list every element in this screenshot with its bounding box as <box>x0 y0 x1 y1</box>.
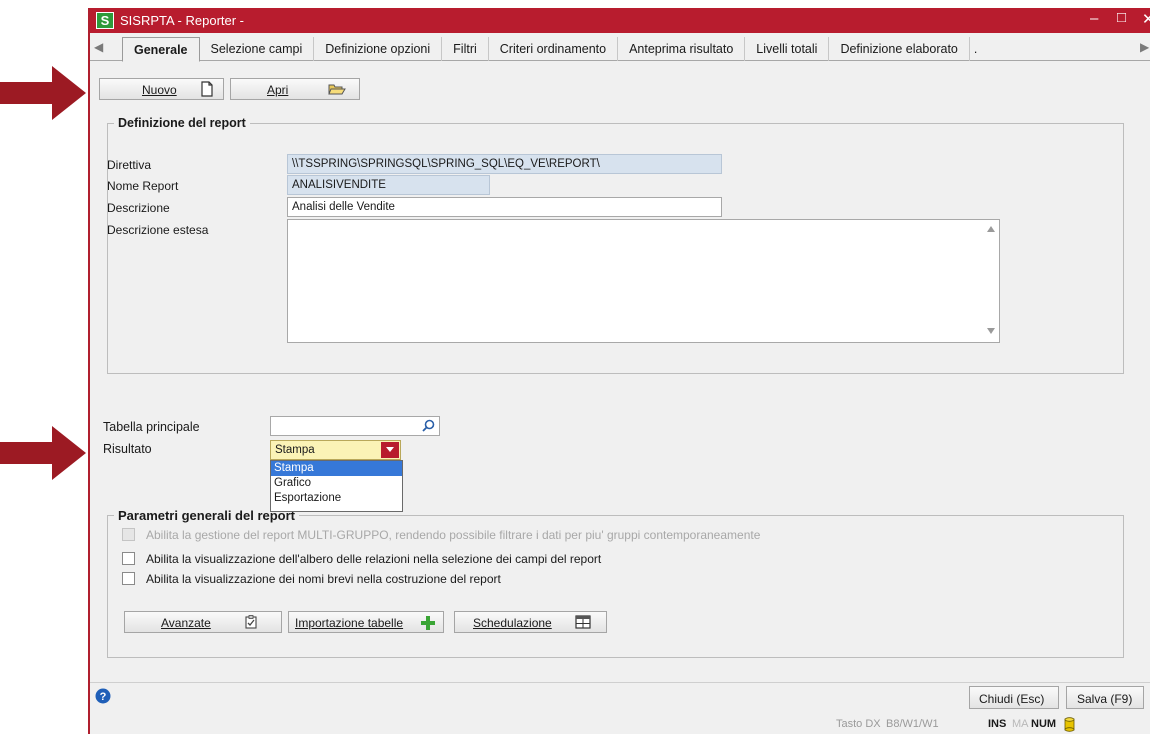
status-code: B8/W1/W1 <box>886 718 939 730</box>
result-dropdown-button[interactable] <box>381 442 399 458</box>
open-folder-icon <box>328 84 346 95</box>
scroll-up-icon <box>987 226 995 232</box>
import-tables-button[interactable]: Importazione tabelle <box>288 611 444 633</box>
database-icon <box>1064 717 1075 732</box>
extended-description-label: Descrizione estesa <box>107 223 209 237</box>
close-dialog-button[interactable]: Chiudi (Esc) <box>969 686 1059 709</box>
clipboard-check-icon <box>245 615 257 629</box>
save-button-label: Salva (F9) <box>1077 692 1133 706</box>
calendar-icon <box>575 615 591 629</box>
search-icon[interactable] <box>422 419 435 432</box>
tab-scroll-left-icon[interactable]: ◀ <box>94 40 103 54</box>
tab-filtri[interactable]: Filtri <box>442 37 489 61</box>
result-option-esportazione[interactable]: Esportazione <box>271 491 402 506</box>
help-icon[interactable]: ? <box>95 688 111 704</box>
new-button[interactable]: Nuovo <box>99 78 224 100</box>
open-button-label: Apri <box>267 83 289 97</box>
directive-field[interactable]: \\TSSPRING\SPRINGSQL\SPRING_SQL\EQ_VE\RE… <box>287 154 722 174</box>
tabs: Generale Selezione campi Definizione opz… <box>110 37 981 62</box>
result-dropdown-list: Stampa Grafico Esportazione <box>270 460 403 512</box>
schedule-button[interactable]: Schedulazione <box>454 611 607 633</box>
main-table-label: Tabella principale <box>103 420 200 434</box>
open-button[interactable]: Apri <box>230 78 360 100</box>
minimize-icon[interactable]: – <box>1090 10 1098 27</box>
annotation-arrow-toolbar <box>0 66 86 120</box>
app-logo-icon: S <box>96 12 114 29</box>
footer-divider <box>90 682 1150 683</box>
status-ins: INS <box>988 718 1007 730</box>
report-name-label: Nome Report <box>107 179 179 193</box>
advanced-button[interactable]: Avanzate <box>124 611 282 633</box>
status-ma: MA <box>1012 718 1029 730</box>
svg-text:?: ? <box>100 691 107 703</box>
plus-icon <box>421 616 435 630</box>
schedule-button-label: Schedulazione <box>473 616 552 630</box>
window-title: SISRPTA - Reporter - <box>120 13 245 28</box>
tab-definizione-elaborato[interactable]: Definizione elaborato <box>829 37 970 61</box>
new-button-label: Nuovo <box>142 83 177 97</box>
result-label: Risultato <box>103 442 152 456</box>
description-label: Descrizione <box>107 201 170 215</box>
chevron-down-icon <box>386 447 394 452</box>
scroll-down-icon <box>987 328 995 334</box>
short-names-label: Abilita la visualizzazione dei nomi brev… <box>146 572 501 586</box>
result-select[interactable]: Stampa <box>270 440 401 460</box>
maximize-icon[interactable]: □ <box>1117 9 1126 26</box>
extended-description-textarea[interactable] <box>287 219 1000 343</box>
relations-tree-label: Abilita la visualizzazione dell'albero d… <box>146 552 602 566</box>
import-tables-button-label: Importazione tabelle <box>295 616 404 630</box>
tab-selezione-campi[interactable]: Selezione campi <box>200 37 315 61</box>
title-bar: S SISRPTA - Reporter - – □ ✕ <box>90 8 1150 33</box>
tab-anteprima-risultato[interactable]: Anteprima risultato <box>618 37 746 61</box>
save-button[interactable]: Salva (F9) <box>1066 686 1144 709</box>
short-names-checkbox[interactable] <box>122 572 135 585</box>
tab-strip: ◀ Generale Selezione campi Definizione o… <box>90 37 1150 62</box>
extended-description-scrollbar[interactable] <box>983 220 999 342</box>
tab-scroll-right-icon[interactable]: ▶ <box>1140 40 1149 54</box>
status-hint: Tasto DX <box>836 718 881 730</box>
new-document-icon <box>201 81 213 97</box>
description-field[interactable]: Analisi delle Vendite <box>287 197 722 217</box>
status-bar: Tasto DX B8/W1/W1 INS MA NUM <box>90 716 1150 734</box>
close-dialog-button-label: Chiudi (Esc) <box>979 692 1045 706</box>
tab-overflow[interactable]: . <box>970 37 981 61</box>
result-option-stampa[interactable]: Stampa <box>271 461 402 476</box>
tab-livelli-totali[interactable]: Livelli totali <box>745 37 830 61</box>
tab-generale[interactable]: Generale <box>122 37 200 62</box>
status-num: NUM <box>1031 718 1057 730</box>
tab-definizione-opzioni[interactable]: Definizione opzioni <box>314 37 443 61</box>
report-name-field[interactable]: ANALISIVENDITE <box>287 175 490 195</box>
close-icon[interactable]: ✕ <box>1142 10 1150 28</box>
multi-group-checkbox[interactable] <box>122 528 135 541</box>
multi-group-label: Abilita la gestione del report MULTI-GRU… <box>146 528 761 542</box>
main-table-field[interactable] <box>270 416 440 436</box>
advanced-button-label: Avanzate <box>161 616 211 630</box>
reporter-window: S SISRPTA - Reporter - – □ ✕ ◀ Generale … <box>88 8 1150 734</box>
annotation-arrow-result <box>0 426 86 480</box>
result-option-grafico[interactable]: Grafico <box>271 476 402 491</box>
directive-label: Direttiva <box>107 158 152 172</box>
result-selected-value: Stampa <box>275 444 315 456</box>
report-definition-legend: Definizione del report <box>118 116 246 130</box>
tab-criteri-ordinamento[interactable]: Criteri ordinamento <box>489 37 619 61</box>
relations-tree-checkbox[interactable] <box>122 552 135 565</box>
